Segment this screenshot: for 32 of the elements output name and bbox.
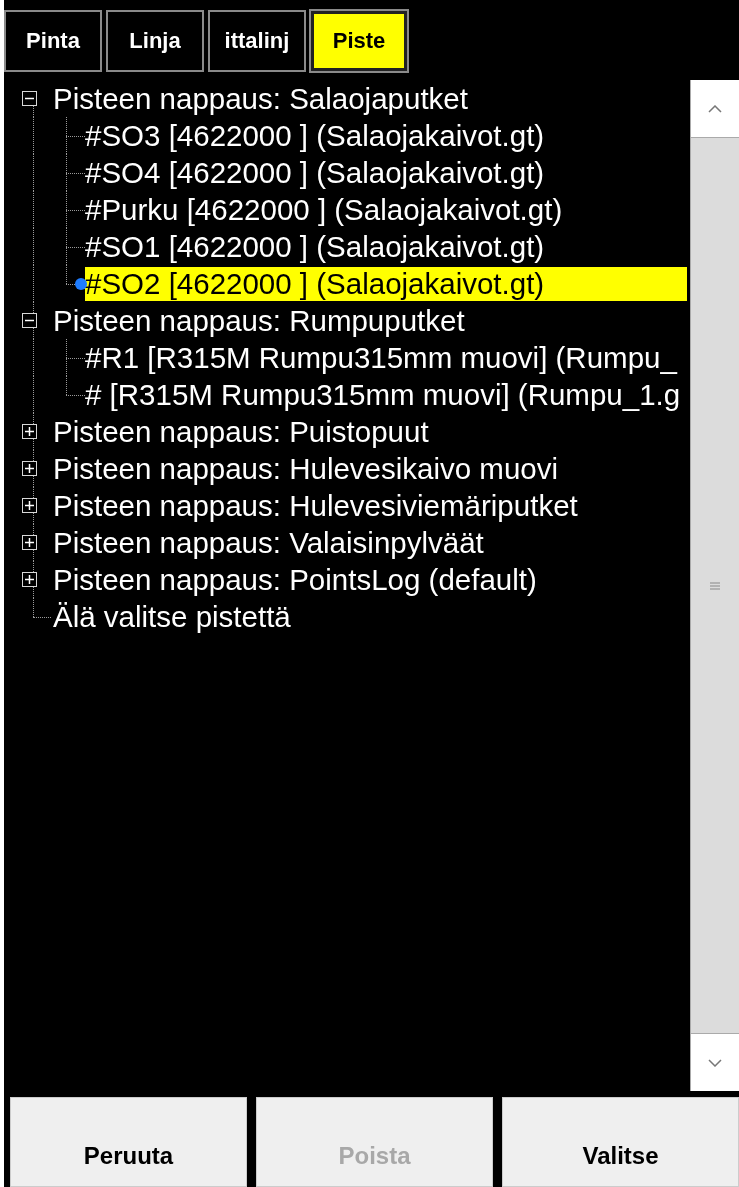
collapse-icon[interactable] — [22, 91, 37, 106]
tab[interactable]: Linja — [106, 10, 204, 72]
action-button[interactable]: Valitse — [502, 1097, 739, 1187]
tree-item[interactable]: Pisteen nappaus: Hulevesikaivo muovi — [53, 450, 559, 487]
tree-item[interactable]: Älä valitse pistettä — [53, 598, 291, 635]
action-button[interactable]: Peruuta — [10, 1097, 247, 1187]
selection-dot-icon — [75, 277, 87, 290]
chevron-down-icon — [708, 1058, 722, 1067]
expand-icon[interactable] — [22, 461, 37, 476]
grip-icon — [710, 581, 720, 590]
tree-item[interactable]: Pisteen nappaus: Hulevesiviemäriputket — [53, 487, 578, 524]
tree-item[interactable]: #SO3 [4622000 ] (Salaojakaivot.gt) — [85, 117, 545, 154]
tree-item[interactable]: #SO4 [4622000 ] (Salaojakaivot.gt) — [85, 154, 545, 191]
chevron-up-icon — [708, 104, 722, 113]
tree-item[interactable]: Pisteen nappaus: Puistopuut — [53, 413, 429, 450]
tree-item[interactable]: #SO2 [4622000 ] (Salaojakaivot.gt) — [85, 266, 687, 301]
tree-item[interactable]: Pisteen nappaus: PointsLog (default) — [53, 561, 537, 598]
collapse-icon[interactable] — [22, 313, 37, 328]
expand-icon[interactable] — [22, 572, 37, 587]
tab[interactable]: Pinta — [4, 10, 102, 72]
tree-item[interactable]: #R1 [R315M Rumpu315mm muovi] (Rumpu_ — [85, 339, 677, 376]
tree-item[interactable]: Pisteen nappaus: Rumpuputket — [53, 302, 465, 339]
expand-icon[interactable] — [22, 424, 37, 439]
tree-item[interactable]: Pisteen nappaus: Valaisinpylväät — [53, 524, 484, 561]
expand-icon[interactable] — [22, 498, 37, 513]
tree-item[interactable]: #SO1 [4622000 ] (Salaojakaivot.gt) — [85, 228, 545, 265]
tree-item[interactable]: # [R315M Rumpu315mm muovi] (Rumpu_1.g — [85, 376, 681, 413]
expand-icon[interactable] — [22, 535, 37, 550]
tab[interactable]: ittalinj — [208, 10, 306, 72]
tree-item[interactable]: #Purku [4622000 ] (Salaojakaivot.gt) — [85, 191, 563, 228]
tree-item[interactable]: Pisteen nappaus: Salaojaputket — [53, 80, 468, 117]
tab[interactable]: Piste — [310, 10, 408, 72]
